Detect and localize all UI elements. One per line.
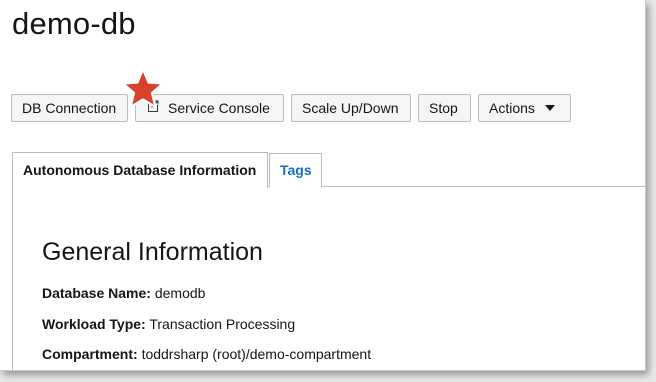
actions-label: Actions [489, 100, 535, 116]
console-window: demo-db DB Connection Service Console Sc… [0, 0, 646, 371]
db-connection-label: DB Connection [22, 100, 117, 116]
info-row-database-name: Database Name: demodb [42, 285, 205, 301]
info-row-compartment: Compartment: toddrsharp (root)/demo-comp… [42, 346, 371, 362]
stop-label: Stop [429, 100, 458, 116]
actions-menu-button[interactable]: Actions [478, 94, 571, 122]
star-icon [121, 67, 165, 109]
caret-down-icon [544, 105, 555, 112]
page-title: demo-db [12, 6, 136, 41]
info-label: Database Name: [42, 285, 151, 301]
scale-up-down-button[interactable]: Scale Up/Down [291, 94, 411, 122]
scale-up-down-label: Scale Up/Down [302, 100, 399, 116]
info-row-workload-type: Workload Type: Transaction Processing [42, 316, 295, 332]
info-label: Compartment: [42, 346, 138, 362]
section-heading: General Information [42, 238, 263, 266]
tab-autonomous-database-information[interactable]: Autonomous Database Information [12, 152, 268, 188]
db-connection-button[interactable]: DB Connection [11, 94, 128, 122]
info-value: Transaction Processing [149, 316, 296, 332]
tab-bar: Autonomous Database Information Tags [12, 152, 645, 188]
info-value: demodb [154, 285, 206, 301]
tab-info-label: Autonomous Database Information [23, 162, 257, 178]
service-console-label: Service Console [168, 100, 270, 116]
info-value: toddrsharp (root)/demo-compartment [141, 346, 372, 362]
info-label: Workload Type: [42, 316, 146, 332]
tab-tags-label: Tags [280, 162, 312, 178]
tab-panel: General Information Database Name: demod… [12, 186, 645, 370]
stop-button[interactable]: Stop [418, 94, 471, 122]
tab-tags[interactable]: Tags [269, 153, 322, 187]
